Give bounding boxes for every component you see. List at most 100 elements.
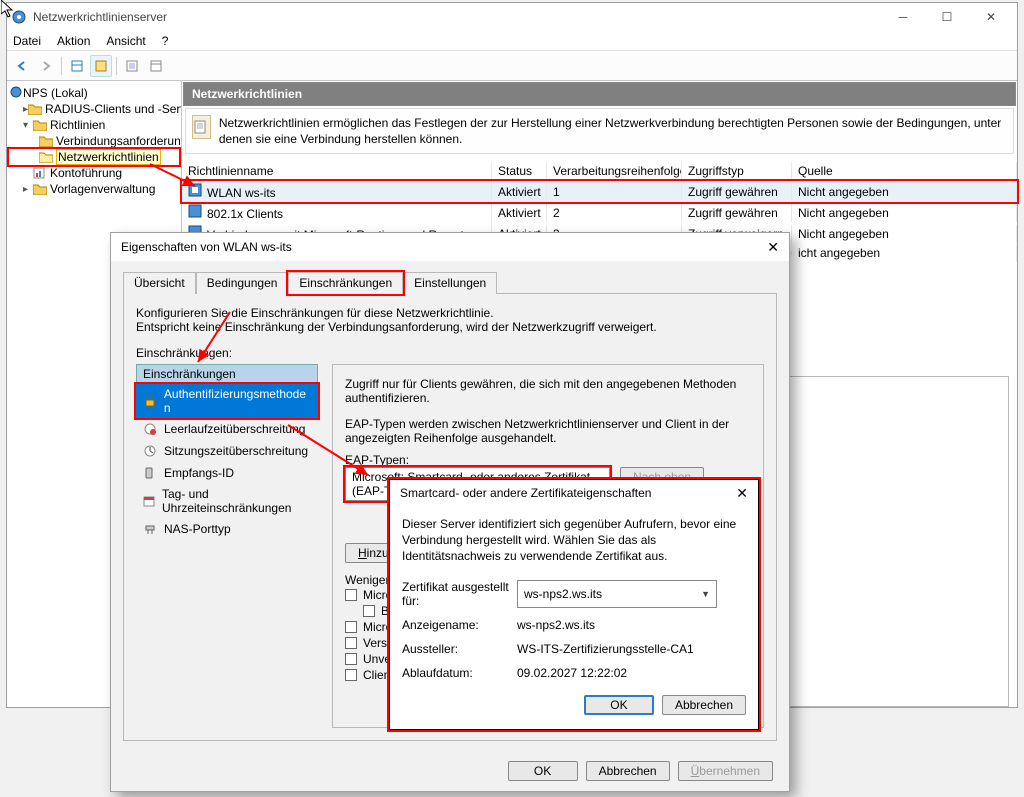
lock-icon — [142, 393, 158, 409]
nps-icon — [9, 85, 23, 102]
phone-icon — [142, 465, 158, 481]
back-button[interactable] — [11, 55, 33, 77]
config-text-1: Konfigurieren Sie die Einschränkungen fü… — [136, 306, 764, 320]
close-button[interactable]: ✕ — [969, 3, 1013, 31]
apply-button[interactable]: Übernehmen — [678, 761, 773, 781]
menubar: Datei Aktion Ansicht ? — [7, 31, 1017, 51]
export-button[interactable] — [145, 55, 167, 77]
tree-network-policies[interactable]: Netzwerkrichtlinien — [9, 149, 179, 165]
folder-icon — [33, 183, 47, 195]
table-header: Richtlinienname Status Verarbeitungsreih… — [182, 162, 1017, 181]
tree-policies[interactable]: ▾Richtlinien — [9, 117, 179, 133]
menu-help[interactable]: ? — [160, 34, 171, 48]
detail-description: Netzwerkrichtlinien ermöglichen das Fest… — [219, 115, 1007, 147]
collapse-icon[interactable]: ▾ — [23, 120, 33, 131]
properties-button[interactable] — [90, 55, 112, 77]
certificate-select[interactable]: ws-nps2.ws.its ▼ — [517, 580, 717, 608]
cert-description: Dieser Server identifiziert sich gegenüb… — [402, 516, 746, 565]
folder-open-icon — [39, 151, 53, 163]
table-row[interactable]: 802.1x Clients Aktiviert 2 Zugriff gewäh… — [182, 202, 1017, 223]
policy-icon — [188, 204, 204, 218]
tree-root[interactable]: NPS (Lokal) — [9, 85, 179, 101]
checkbox-icon — [345, 653, 357, 665]
eap-types-label: EAP-Typen: — [345, 453, 751, 467]
constraint-session-timeout[interactable]: Sitzungszeitüberschreitung — [136, 440, 318, 462]
menu-file[interactable]: Datei — [11, 34, 43, 48]
auth-desc: Zugriff nur für Clients gewähren, die si… — [345, 377, 751, 405]
tabstrip: Übersicht Bedingungen Einschränkungen Ei… — [111, 261, 789, 293]
tree-connection-request[interactable]: Verbindungsanforderun — [9, 133, 179, 149]
folder-icon — [28, 103, 42, 115]
checkbox-icon — [363, 605, 375, 617]
toolbar — [7, 51, 1017, 81]
cancel-button[interactable]: Abbrechen — [586, 761, 670, 781]
dialog-titlebar: Eigenschaften von WLAN ws-its ✕ — [111, 233, 789, 261]
friendly-name-value: ws-nps2.ws.its — [517, 618, 595, 632]
show-hide-tree-button[interactable] — [66, 55, 88, 77]
tab-constraints[interactable]: Einschränkungen — [288, 272, 403, 294]
forward-button[interactable] — [35, 55, 57, 77]
eap-desc: EAP-Typen werden zwischen Netzwerkrichtl… — [345, 417, 751, 445]
constraint-idle-timeout[interactable]: Leerlaufzeitüberschreitung — [136, 418, 318, 440]
policy-icon — [192, 115, 211, 139]
menu-action[interactable]: Aktion — [55, 34, 92, 48]
table-row[interactable]: WLAN ws-its Aktiviert 1 Zugriff gewähren… — [182, 181, 1017, 202]
tab-settings[interactable]: Einstellungen — [403, 272, 497, 294]
tab-overview[interactable]: Übersicht — [123, 272, 196, 294]
col-order[interactable]: Verarbeitungsreihenfolge — [547, 162, 682, 180]
chevron-down-icon: ▼ — [701, 589, 710, 599]
dialog-footer: OK Abbrechen Übernehmen — [111, 751, 789, 791]
cert-dialog-title: Smartcard- oder andere Zertifikateigensc… — [400, 486, 736, 500]
close-icon[interactable]: ✕ — [736, 485, 748, 502]
tree-radius[interactable]: ▸RADIUS-Clients und -Serve — [9, 101, 179, 117]
refresh-button[interactable] — [121, 55, 143, 77]
policy-icon — [188, 183, 204, 197]
certificate-dialog: Smartcard- oder andere Zertifikateigensc… — [389, 479, 759, 730]
col-source[interactable]: Quelle — [792, 162, 1017, 180]
col-access[interactable]: Zugriffstyp — [682, 162, 792, 180]
cert-ok-button[interactable]: OK — [584, 695, 654, 715]
report-icon — [33, 167, 47, 179]
menu-view[interactable]: Ansicht — [104, 34, 147, 48]
detail-description-panel: Netzwerkrichtlinien ermöglichen das Fest… — [185, 108, 1014, 154]
window-title: Netzwerkrichtlinienserver — [33, 10, 881, 24]
folder-icon — [39, 135, 53, 147]
folder-icon — [33, 119, 47, 131]
constraint-auth-methods[interactable]: Authentifizierungsmethoden — [136, 384, 318, 418]
col-name[interactable]: Richtlinienname — [182, 162, 492, 180]
constraint-called-station[interactable]: Empfangs-ID — [136, 462, 318, 484]
cert-dialog-titlebar: Smartcard- oder andere Zertifikateigensc… — [390, 480, 758, 506]
tab-conditions[interactable]: Bedingungen — [196, 272, 289, 294]
checkbox-icon — [345, 589, 357, 601]
tree-templates[interactable]: ▸Vorlagenverwaltung — [9, 181, 179, 197]
issuer-value: WS-ITS-Zertifizierungsstelle-CA1 — [517, 642, 694, 656]
expand-icon[interactable]: ▸ — [23, 184, 33, 195]
mouse-cursor-icon — [1, 0, 17, 20]
col-status[interactable]: Status — [492, 162, 547, 180]
expiry-label: Ablaufdatum: — [402, 666, 517, 680]
ok-button[interactable]: OK — [508, 761, 578, 781]
tree-accounting[interactable]: Kontoführung — [9, 165, 179, 181]
clock-icon — [142, 421, 158, 437]
calendar-icon — [142, 493, 156, 509]
cert-cancel-button[interactable]: Abbrechen — [662, 695, 746, 715]
expiry-value: 09.02.2027 12:22:02 — [517, 666, 627, 680]
minimize-button[interactable]: ─ — [881, 3, 925, 31]
titlebar: Netzwerkrichtlinienserver ─ ☐ ✕ — [7, 3, 1017, 31]
constraint-nas-port[interactable]: NAS-Porttyp — [136, 518, 318, 540]
close-icon[interactable]: ✕ — [767, 239, 779, 256]
constraints-list: Einschränkungen Authentifizierungsmethod… — [136, 364, 318, 728]
clock-icon — [142, 443, 158, 459]
dialog-title: Eigenschaften von WLAN ws-its — [121, 240, 767, 254]
issuer-label: Aussteller: — [402, 642, 517, 656]
constraints-label: Einschränkungen: — [136, 346, 764, 360]
checkbox-icon — [345, 669, 357, 681]
port-icon — [142, 521, 158, 537]
constraint-day-time[interactable]: Tag- und Uhrzeiteinschränkungen — [136, 484, 318, 518]
friendly-name-label: Anzeigename: — [402, 618, 517, 632]
checkbox-icon — [345, 637, 357, 649]
issued-to-label: Zertifikat ausgestellt für: — [402, 580, 517, 608]
maximize-button[interactable]: ☐ — [925, 3, 969, 31]
detail-heading: Netzwerkrichtlinien — [183, 82, 1016, 106]
checkbox-icon — [345, 621, 357, 633]
